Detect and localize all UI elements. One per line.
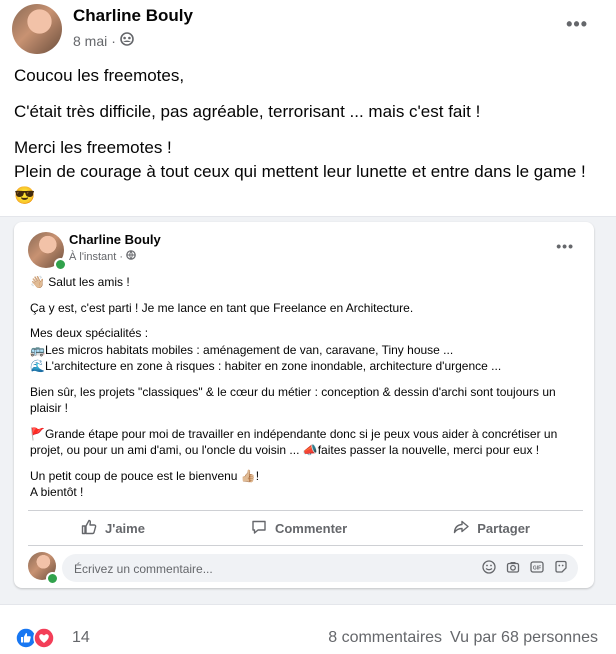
- post-stats: 8 commentaires Vu par 68 personnes: [328, 629, 598, 647]
- reaction-count[interactable]: 14: [72, 629, 90, 647]
- camera-icon[interactable]: [506, 560, 520, 579]
- shared-p4: Bien sûr, les projets "classiques" & le …: [30, 384, 556, 416]
- author-avatar[interactable]: [12, 4, 62, 54]
- shared-p5: 🚩Grande étape pour moi de travailler en …: [30, 426, 585, 459]
- comment-label: Commenter: [274, 520, 348, 536]
- comment-bubble-icon: [251, 519, 267, 538]
- share-label: Partager: [477, 520, 530, 536]
- love-reaction-icon: [33, 627, 55, 654]
- shared-p6: Un petit coup de pouce est le bienvenu 👍…: [30, 468, 585, 501]
- online-status-dot: [54, 258, 67, 271]
- gif-icon[interactable]: GIF: [530, 560, 544, 579]
- shared-post-body: 👋🏼 Salut les amis ! Ça y est, c'est part…: [30, 274, 585, 510]
- megaphone-emoji-icon: 📣: [302, 443, 318, 457]
- thumb-up-icon: [81, 519, 97, 538]
- views-count[interactable]: Vu par 68 personnes: [450, 629, 598, 647]
- share-arrow-icon: [453, 519, 469, 538]
- privacy-group-icon: [120, 32, 134, 49]
- shared-p3-title: Mes deux spécialités :: [30, 326, 149, 340]
- shared-p1: 👋🏼 Salut les amis !: [30, 274, 585, 291]
- globe-icon: [126, 250, 136, 263]
- comment-composer: GIF: [26, 552, 586, 586]
- comment-button[interactable]: Commenter: [251, 519, 347, 538]
- like-button[interactable]: J'aime: [81, 519, 145, 538]
- comment-input-box[interactable]: GIF: [62, 554, 578, 584]
- shared-meta: À l'instant ·: [69, 250, 136, 263]
- shared-p3-line2: L'architecture en zone à risques : habit…: [44, 359, 502, 373]
- shared-more-options-icon[interactable]: •••: [556, 238, 574, 254]
- shared-p6-text: Un petit coup de pouce est le bienvenu: [30, 468, 241, 483]
- flag-emoji-icon: 🚩: [30, 426, 45, 441]
- thumbs-up-emoji-icon: 👍🏼: [240, 468, 256, 483]
- shared-author-name[interactable]: Charline Bouly: [69, 232, 161, 247]
- shared-time[interactable]: À l'instant: [69, 251, 116, 263]
- commenter-online-dot: [46, 572, 59, 585]
- wave-emoji-icon: 🌊: [30, 359, 45, 373]
- like-label: J'aime: [105, 520, 145, 536]
- post-body: Coucou les freemotes, C'était très diffi…: [14, 64, 604, 220]
- shared-p2: Ça y est, c'est parti ! Je me lance en t…: [30, 300, 414, 315]
- sticker-icon[interactable]: [554, 560, 568, 579]
- svg-text:GIF: GIF: [533, 566, 541, 572]
- post-meta: 8 mai ·: [73, 32, 134, 49]
- comment-tools: GIF: [482, 560, 568, 579]
- comments-count[interactable]: 8 commentaires: [328, 629, 442, 647]
- reaction-icons[interactable]: [15, 627, 55, 654]
- shared-p1-text: Salut les amis !: [48, 275, 130, 289]
- post-line-3: Merci les freemotes !: [14, 138, 172, 157]
- shared-p3: Mes deux spécialités : 🚌Les micros habit…: [30, 325, 585, 375]
- shared-p5b: faites passer la nouvelle, merci pour eu…: [317, 443, 540, 457]
- sunglasses-emoji-icon: 😎: [14, 186, 36, 205]
- post-line-4: Plein de courage à tout ceux qui mettent…: [14, 162, 586, 181]
- post-author-name[interactable]: Charline Bouly: [73, 6, 193, 26]
- more-options-icon[interactable]: •••: [566, 14, 588, 35]
- bus-emoji-icon: 🚌: [30, 342, 45, 357]
- shared-post-card[interactable]: Charline Bouly À l'instant · ••• 👋🏼 Salu…: [14, 222, 594, 588]
- comment-input[interactable]: [72, 554, 476, 584]
- waving-hand-emoji-icon: 👋🏼: [30, 275, 45, 289]
- shared-action-bar: J'aime Commenter Partager: [28, 510, 583, 546]
- emoji-smiley-icon[interactable]: [482, 560, 496, 579]
- post-footer: 14 8 commentaires Vu par 68 personnes: [0, 604, 616, 652]
- post-date[interactable]: 8 mai: [73, 33, 107, 49]
- shared-p6-end: !: [255, 468, 260, 483]
- meta-separator: ·: [111, 32, 116, 49]
- post-header: Charline Bouly 8 mai · •••: [0, 0, 616, 60]
- shared-meta-separator: ·: [119, 250, 124, 263]
- shared-p7: A bientôt !: [30, 485, 84, 499]
- post-paragraph-3: Merci les freemotes ! Plein de courage à…: [14, 136, 604, 208]
- share-button[interactable]: Partager: [453, 519, 530, 538]
- shared-p3-line1: Les micros habitats mobiles : aménagemen…: [44, 342, 454, 357]
- post-greeting: Coucou les freemotes,: [14, 66, 185, 85]
- post-line-2: C'était très difficile, pas agréable, te…: [14, 102, 481, 121]
